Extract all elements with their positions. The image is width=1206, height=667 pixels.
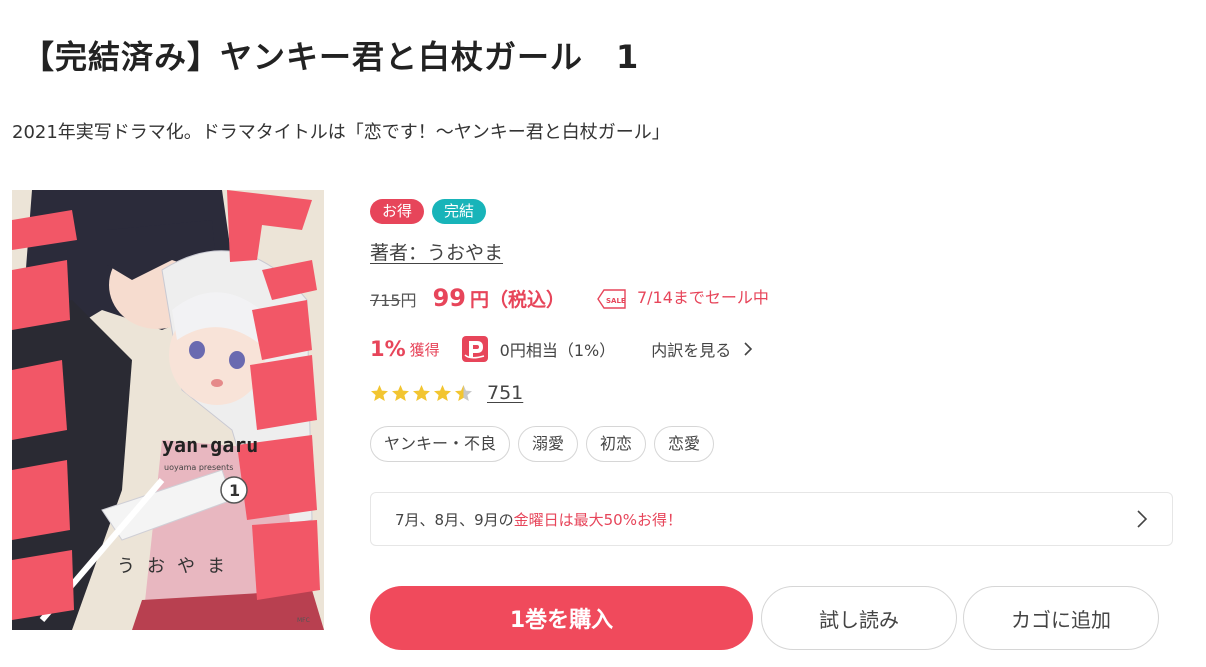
review-count-link[interactable]: 751 <box>487 382 523 404</box>
price-row: 715円 99 円（税込） SALE 7/14までセール中 <box>370 284 769 312</box>
star-icon <box>455 384 472 401</box>
author-link[interactable]: 著者：うおやま <box>370 238 503 265</box>
star-icon <box>371 384 388 401</box>
cover-image[interactable]: yan-garu uoyama presents 1 うおやま MFC <box>12 190 324 630</box>
points-row: 1% 獲得 0円相当（1%） 内訳を見る <box>370 336 753 362</box>
cover-credit: uoyama presents <box>164 463 233 472</box>
genre-tags: ヤンキー・不良 溺愛 初恋 恋愛 <box>370 426 715 462</box>
genre-tag[interactable]: 初恋 <box>586 426 647 462</box>
cover-logo: yan-garu <box>162 433 258 457</box>
points-percent: 1% <box>370 337 406 361</box>
campaign-banner[interactable]: 7月、8月、9月の金曜日は最大50%お得！ <box>370 492 1173 546</box>
chevron-right-icon <box>744 342 753 356</box>
cover-volume: 1 <box>229 481 240 500</box>
points-breakdown-link[interactable]: 内訳を見る <box>651 337 753 361</box>
star-icon <box>392 384 409 401</box>
rating-stars <box>370 384 473 403</box>
original-price-value: 715 <box>370 291 401 310</box>
points-label: 獲得 <box>409 340 440 359</box>
point-icon <box>461 336 488 362</box>
sale-tag-icon: SALE <box>597 289 627 309</box>
original-price-unit: 円 <box>400 291 417 310</box>
sale-price-unit: 円（税込） <box>469 289 565 311</box>
completed-badge: 完結 <box>432 199 487 224</box>
add-to-cart-button[interactable]: カゴに追加 <box>963 586 1159 650</box>
svg-text:SALE: SALE <box>606 297 626 305</box>
campaign-text: 7月、8月、9月の金曜日は最大50%お得！ <box>395 510 682 529</box>
page-title: 【完結済み】ヤンキー君と白杖ガール 1 <box>22 38 640 76</box>
trial-read-button[interactable]: 試し読み <box>761 586 957 650</box>
product-subtitle: 2021年実写ドラマ化。ドラマタイトルは「恋です！〜ヤンキー君と白杖ガール」 <box>12 122 670 143</box>
original-price: 715円 <box>370 287 417 311</box>
genre-tag[interactable]: ヤンキー・不良 <box>370 426 511 462</box>
rating-row: 751 <box>370 382 523 404</box>
points-breakdown-label: 内訳を見る <box>651 341 732 360</box>
sale-period-text: 7/14までセール中 <box>636 288 769 307</box>
sale-price: 99 円（税込） <box>433 284 565 312</box>
chevron-right-icon <box>1137 510 1148 528</box>
badge-group: お得 完結 <box>370 199 487 224</box>
star-icon <box>434 384 451 401</box>
genre-tag[interactable]: 溺愛 <box>518 426 579 462</box>
sale-price-value: 99 <box>432 284 466 312</box>
sale-period: SALE 7/14までセール中 <box>597 284 769 309</box>
deal-badge: お得 <box>370 199 425 224</box>
cover-author: うおやま <box>117 556 237 577</box>
buy-button[interactable]: 1巻を購入 <box>370 586 753 650</box>
cover-publisher: MFC <box>297 617 310 624</box>
star-icon <box>413 384 430 401</box>
points-equivalent: 0円相当（1%） <box>499 341 616 360</box>
genre-tag[interactable]: 恋愛 <box>654 426 715 462</box>
